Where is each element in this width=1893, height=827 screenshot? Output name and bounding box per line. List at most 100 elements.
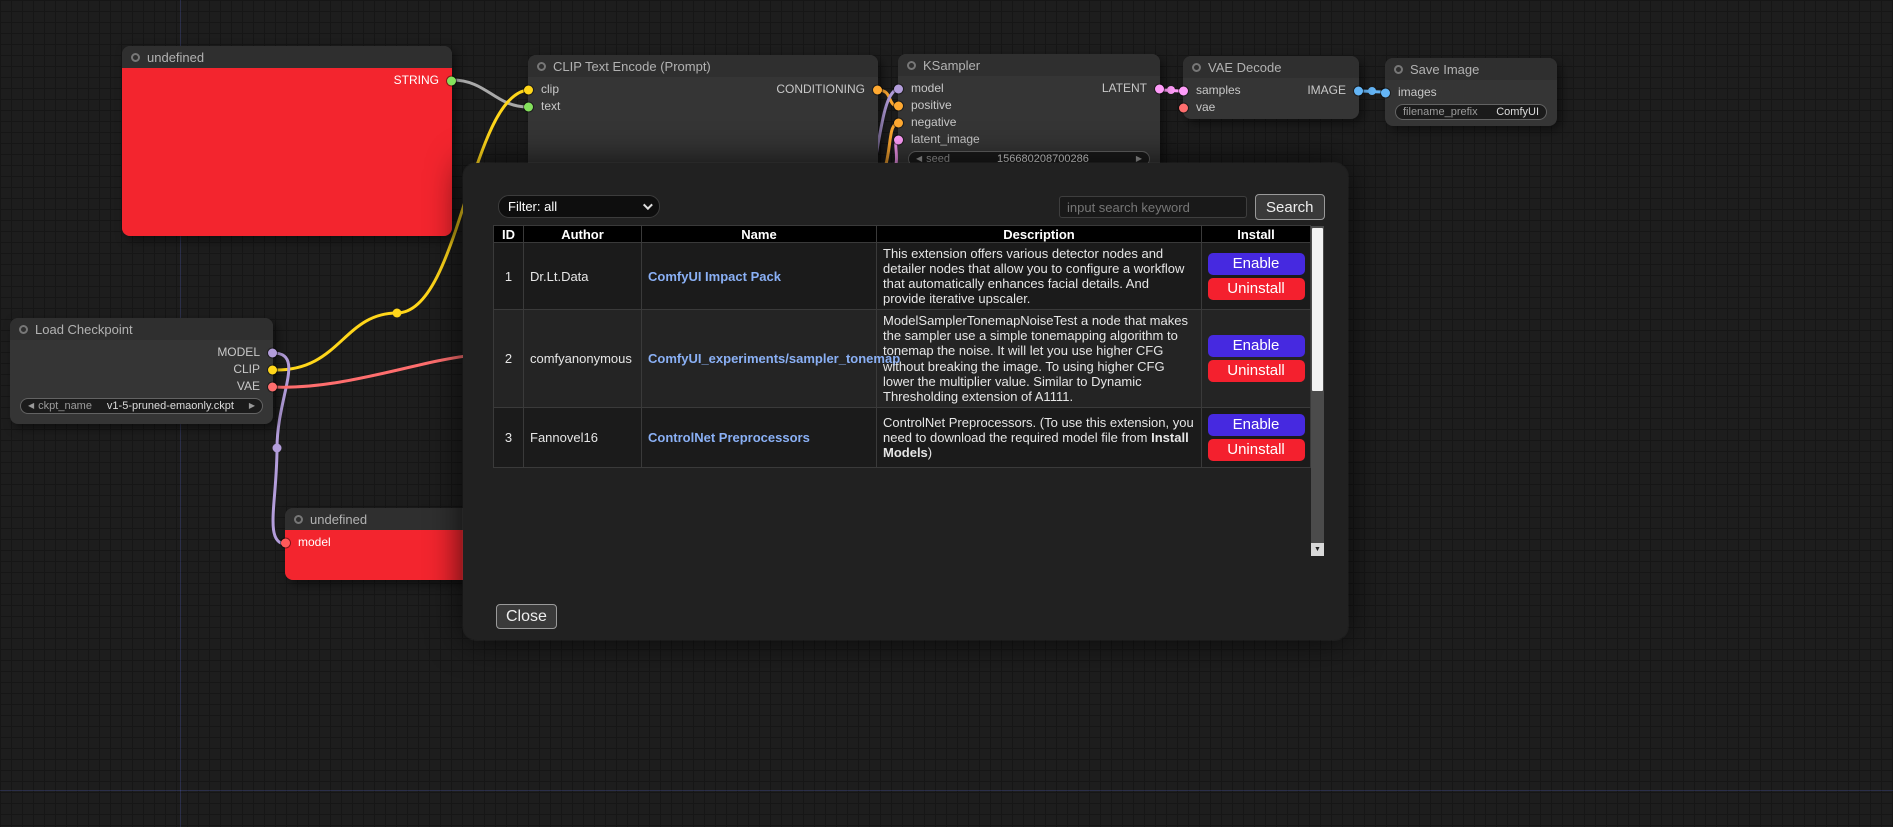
output-label-string: STRING: [394, 72, 439, 89]
input-label-clip: clip: [541, 81, 559, 98]
collapse-dot-icon[interactable]: [19, 325, 28, 334]
extension-link[interactable]: ControlNet Preprocessors: [648, 430, 810, 445]
slot-row: STRING: [122, 72, 452, 89]
table-scrollbar[interactable]: ▼: [1311, 226, 1324, 556]
node-body: STRING: [122, 68, 452, 236]
node-body: images filename_prefix ComfyUI: [1385, 80, 1557, 126]
input-port-negative[interactable]: [894, 118, 903, 127]
input-port-samples[interactable]: [1179, 86, 1188, 95]
header-description: Description: [877, 226, 1202, 243]
filter-dropdown-value: Filter: all: [508, 199, 557, 214]
cell-author: Dr.Lt.Data: [524, 243, 642, 310]
cell-install: Enable Uninstall: [1202, 243, 1311, 310]
slot-row: images: [1385, 84, 1557, 101]
output-label-image: IMAGE: [1307, 82, 1346, 99]
input-port-text[interactable]: [524, 102, 533, 111]
node-title: CLIP Text Encode (Prompt): [553, 59, 711, 74]
collapse-dot-icon[interactable]: [1192, 63, 1201, 72]
collapse-dot-icon[interactable]: [131, 53, 140, 62]
input-label-positive: positive: [911, 97, 952, 114]
extension-link[interactable]: ComfyUI_experiments/sampler_tonemap: [648, 351, 900, 366]
input-port-model[interactable]: [281, 538, 290, 547]
node-load-checkpoint[interactable]: Load Checkpoint MODEL CLIP VAE ◀ ckpt_na…: [10, 318, 273, 424]
output-port-vae[interactable]: [268, 382, 277, 391]
input-label-images: images: [1398, 84, 1437, 101]
node-graph-canvas[interactable]: undefined STRING CLIP Text Encode (Promp…: [0, 0, 1893, 827]
table-row: 2 comfyanonymous ComfyUI_experiments/sam…: [494, 310, 1311, 407]
slot-row: vae: [1183, 99, 1359, 116]
node-title: VAE Decode: [1208, 60, 1281, 75]
widget-name: filename_prefix: [1403, 106, 1478, 118]
search-input[interactable]: [1059, 196, 1247, 218]
input-port-images[interactable]: [1381, 88, 1390, 97]
wire-midpoint-dot[interactable]: [393, 309, 402, 318]
node-titlebar[interactable]: VAE Decode: [1183, 56, 1359, 78]
description-text: ControlNet Preprocessors. (To use this e…: [883, 415, 1194, 445]
collapse-dot-icon[interactable]: [537, 62, 546, 71]
widget-increment-icon[interactable]: ▶: [249, 398, 255, 414]
collapse-dot-icon[interactable]: [1394, 65, 1403, 74]
node-titlebar[interactable]: Load Checkpoint: [10, 318, 273, 340]
output-port-string[interactable]: [447, 76, 456, 85]
table-row: 1 Dr.Lt.Data ComfyUI Impact Pack This ex…: [494, 243, 1311, 310]
slot-row: negative: [898, 114, 1160, 131]
enable-button[interactable]: Enable: [1208, 414, 1305, 436]
cell-install: Enable Uninstall: [1202, 310, 1311, 407]
uninstall-button[interactable]: Uninstall: [1208, 360, 1305, 382]
output-port-image[interactable]: [1354, 86, 1363, 95]
header-id: ID: [494, 226, 524, 243]
cell-description: This extension offers various detector n…: [877, 243, 1202, 310]
extensions-table-wrap: ID Author Name Description Install 1 Dr.…: [493, 225, 1324, 557]
scrollbar-thumb[interactable]: [1312, 228, 1323, 391]
collapse-dot-icon[interactable]: [907, 61, 916, 70]
node-body: samples IMAGE vae: [1183, 78, 1359, 119]
table-header-row: ID Author Name Description Install: [494, 226, 1311, 243]
scrollbar-down-button[interactable]: ▼: [1311, 543, 1324, 556]
custom-nodes-dialog: Filter: all Search ID Author Name Descri…: [463, 163, 1348, 640]
wire-midpoint-dot[interactable]: [273, 444, 282, 453]
table-row: 3 Fannovel16 ControlNet Preprocessors Co…: [494, 407, 1311, 467]
node-title: Load Checkpoint: [35, 322, 133, 337]
input-port-positive[interactable]: [894, 101, 903, 110]
search-button[interactable]: Search: [1255, 194, 1325, 220]
node-undefined-top[interactable]: undefined STRING: [122, 46, 452, 236]
enable-button[interactable]: Enable: [1208, 253, 1305, 275]
input-port-clip[interactable]: [524, 85, 533, 94]
widget-decrement-icon[interactable]: ◀: [28, 398, 34, 414]
input-label-samples: samples: [1196, 82, 1241, 99]
node-vae-decode[interactable]: VAE Decode samples IMAGE vae: [1183, 56, 1359, 119]
node-titlebar[interactable]: CLIP Text Encode (Prompt): [528, 55, 878, 77]
input-port-latent-image[interactable]: [894, 135, 903, 144]
output-port-conditioning[interactable]: [873, 85, 882, 94]
wire-midpoint-dot[interactable]: [1167, 86, 1175, 94]
node-titlebar[interactable]: KSampler: [898, 54, 1160, 76]
filter-dropdown[interactable]: Filter: all: [498, 195, 660, 218]
cell-id: 3: [494, 407, 524, 467]
cell-install: Enable Uninstall: [1202, 407, 1311, 467]
ckpt-name-widget[interactable]: ◀ ckpt_name v1-5-pruned-emaonly.ckpt ▶: [20, 398, 263, 414]
output-port-model[interactable]: [268, 348, 277, 357]
input-label-model: model: [298, 534, 331, 551]
cell-id: 2: [494, 310, 524, 407]
output-label-latent: LATENT: [1102, 80, 1147, 97]
input-port-vae[interactable]: [1179, 103, 1188, 112]
output-label-vae: VAE: [237, 378, 260, 395]
wire-midpoint-dot[interactable]: [1368, 87, 1376, 95]
uninstall-button[interactable]: Uninstall: [1208, 439, 1305, 461]
output-port-clip[interactable]: [268, 365, 277, 374]
extension-link[interactable]: ComfyUI Impact Pack: [648, 269, 781, 284]
uninstall-button[interactable]: Uninstall: [1208, 278, 1305, 300]
filename-prefix-widget[interactable]: filename_prefix ComfyUI: [1395, 104, 1547, 120]
node-titlebar[interactable]: Save Image: [1385, 58, 1557, 80]
input-port-model[interactable]: [894, 84, 903, 93]
widget-value: ComfyUI: [1496, 106, 1539, 118]
node-titlebar[interactable]: undefined: [122, 46, 452, 68]
close-button[interactable]: Close: [496, 604, 557, 629]
collapse-dot-icon[interactable]: [294, 515, 303, 524]
input-label-model: model: [911, 80, 944, 97]
enable-button[interactable]: Enable: [1208, 335, 1305, 357]
output-port-latent[interactable]: [1155, 84, 1164, 93]
description-text: ): [928, 445, 932, 460]
node-save-image[interactable]: Save Image images filename_prefix ComfyU…: [1385, 58, 1557, 126]
slot-row: MODEL: [10, 344, 273, 361]
